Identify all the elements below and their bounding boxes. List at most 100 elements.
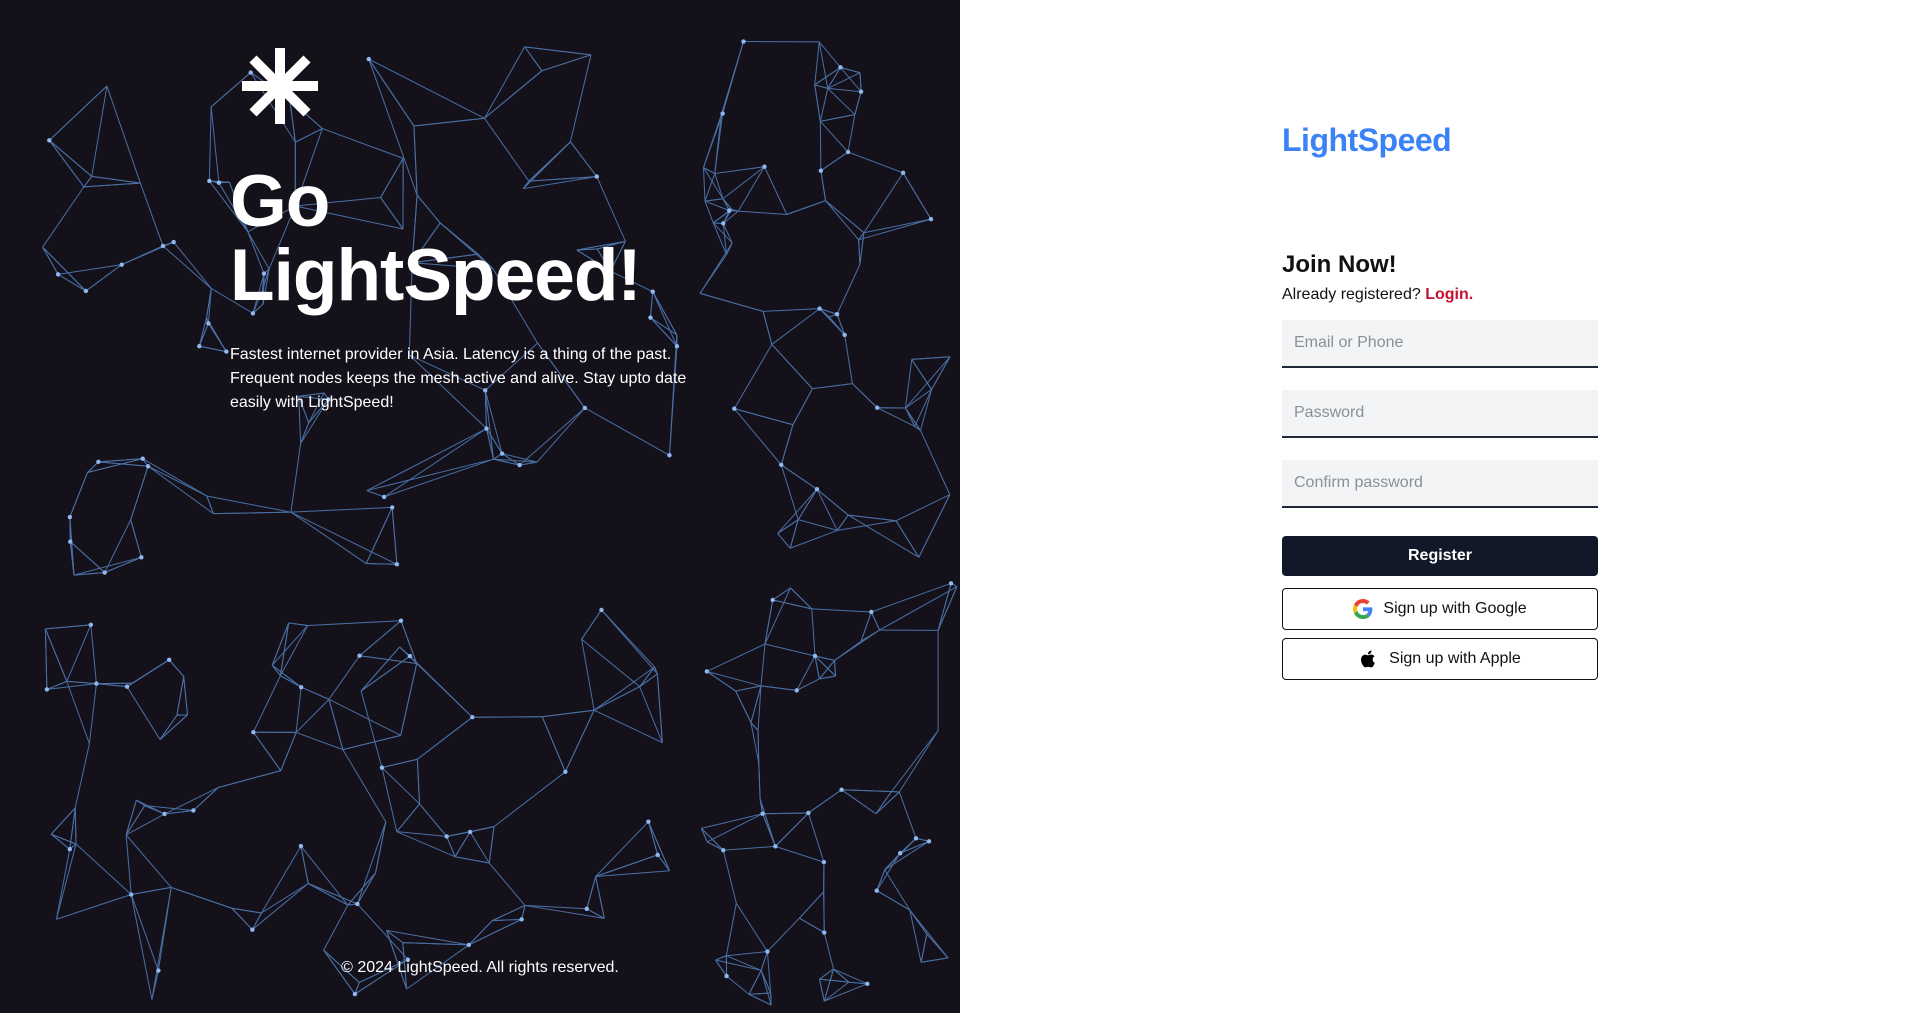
mesh-link <box>840 67 862 93</box>
mesh-node <box>770 597 775 603</box>
mesh-link <box>859 72 862 92</box>
mesh-link <box>468 920 493 946</box>
password-input[interactable] <box>1282 390 1598 438</box>
mesh-node <box>166 657 172 663</box>
mesh-link <box>700 827 724 851</box>
mesh-link <box>91 175 141 184</box>
mesh-link <box>876 890 911 911</box>
brand-logo[interactable]: LightSpeed <box>1282 122 1452 159</box>
mesh-link <box>902 172 932 220</box>
mesh-link <box>290 511 398 565</box>
mesh-link <box>819 979 825 1002</box>
mesh-link <box>898 730 939 793</box>
mesh-node <box>779 462 784 468</box>
confirm-password-input[interactable] <box>1282 460 1598 508</box>
mesh-link <box>707 841 724 851</box>
mesh-link <box>898 791 917 839</box>
mesh-link <box>786 200 826 215</box>
mesh-node <box>352 991 358 997</box>
login-link[interactable]: Login. <box>1425 286 1473 303</box>
mesh-link <box>595 876 605 919</box>
mesh-link <box>207 323 227 352</box>
mesh-link <box>798 519 838 531</box>
mesh-link <box>139 182 164 247</box>
mesh-link <box>841 789 892 793</box>
mesh-node <box>865 981 870 987</box>
mesh-link <box>75 843 132 895</box>
mesh-link <box>218 770 281 788</box>
mesh-link <box>700 828 708 843</box>
mesh-node <box>94 681 99 686</box>
copyright-text: © 2024 LightSpeed. All rights reserved. <box>341 959 619 976</box>
mesh-link <box>488 826 495 864</box>
mesh-link <box>884 840 930 871</box>
mesh-link <box>381 767 420 805</box>
mesh-node <box>838 65 843 70</box>
mesh-link <box>564 710 595 773</box>
mesh-link <box>825 200 865 234</box>
mesh-link <box>726 975 750 995</box>
mesh-link <box>519 407 586 466</box>
hero-panel: Go LightSpeed! Fastest internet provider… <box>0 0 960 1013</box>
mesh-link <box>847 114 856 153</box>
mesh-link <box>836 514 849 531</box>
mesh-link <box>723 845 776 851</box>
mesh-node <box>648 315 653 320</box>
mesh-link <box>413 117 485 127</box>
mesh-link <box>760 643 766 686</box>
mesh-link <box>252 883 309 931</box>
mesh-link <box>55 843 77 920</box>
mesh-link <box>125 813 165 836</box>
email-phone-input[interactable] <box>1282 320 1598 368</box>
mesh-link <box>271 622 290 666</box>
register-button[interactable]: Register <box>1282 536 1598 576</box>
mesh-link <box>73 556 142 576</box>
mesh-link <box>183 676 188 715</box>
apple-signup-label: Sign up with Apple <box>1389 650 1521 667</box>
mesh-link <box>493 771 566 827</box>
mesh-link <box>586 876 597 909</box>
mesh-link <box>125 834 132 895</box>
mesh-link <box>852 383 878 409</box>
mesh-link <box>758 762 761 800</box>
mesh-link <box>91 85 108 177</box>
form-title: Join Now! <box>1282 251 1397 278</box>
google-signup-button[interactable]: Sign up with Google <box>1282 588 1598 630</box>
apple-signup-button[interactable]: Sign up with Apple <box>1282 638 1598 680</box>
mesh-link <box>884 869 911 911</box>
mesh-link <box>725 903 737 956</box>
mesh-link <box>799 891 825 919</box>
mesh-link <box>147 465 214 515</box>
mesh-link <box>811 608 816 657</box>
mesh-link <box>468 918 522 946</box>
mesh-link <box>799 917 825 933</box>
mesh-node <box>467 829 473 835</box>
mesh-link <box>876 407 916 427</box>
hero-title-line-1: Go <box>230 161 330 242</box>
mesh-link <box>827 88 856 115</box>
mesh-link <box>767 917 800 952</box>
mesh-link <box>808 789 842 814</box>
mesh-link <box>777 488 818 534</box>
login-prompt: Already registered? Login. <box>1282 284 1598 306</box>
mesh-link <box>790 587 813 610</box>
mesh-node <box>83 288 89 294</box>
mesh-link <box>733 344 773 409</box>
mesh-link <box>816 489 838 531</box>
mesh-node <box>88 622 94 628</box>
mesh-link <box>816 488 849 516</box>
mesh-node <box>96 459 101 465</box>
mesh-link <box>819 121 849 153</box>
mesh-link <box>863 172 904 233</box>
mesh-link <box>252 675 281 733</box>
mesh-node <box>366 56 372 62</box>
already-registered-text: Already registered? <box>1282 286 1421 303</box>
hero-title: Go LightSpeed! <box>230 161 642 313</box>
mesh-link <box>823 891 825 933</box>
mesh-link <box>780 464 818 490</box>
mesh-node <box>898 850 903 856</box>
mesh-link <box>484 70 543 119</box>
mesh-link <box>96 683 128 688</box>
mesh-link <box>323 904 349 951</box>
mesh-link <box>820 151 849 172</box>
